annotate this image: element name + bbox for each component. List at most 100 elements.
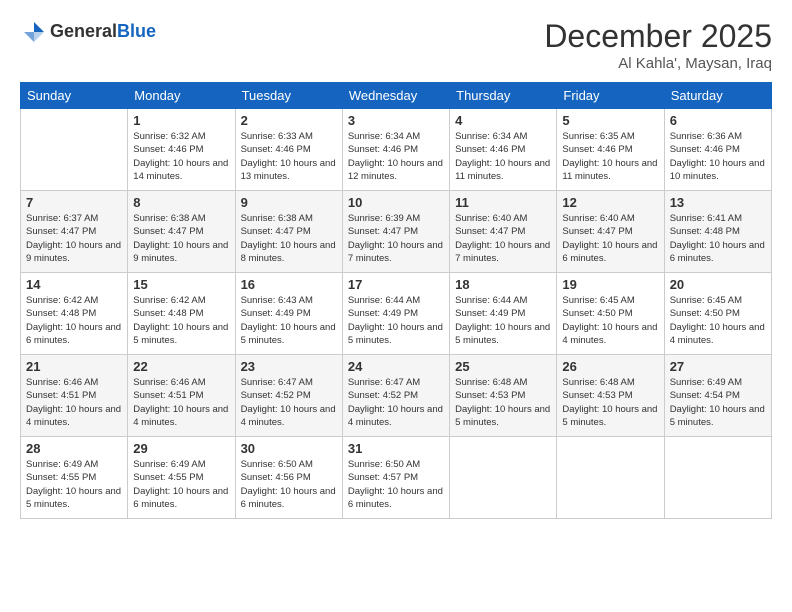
- day-detail: Sunrise: 6:50 AMSunset: 4:57 PMDaylight:…: [348, 458, 444, 511]
- week-row-3: 14 Sunrise: 6:42 AMSunset: 4:48 PMDayligh…: [21, 273, 772, 355]
- day-detail: Sunrise: 6:34 AMSunset: 4:46 PMDaylight:…: [455, 130, 551, 183]
- day-number: 5: [562, 113, 658, 128]
- day-number: 9: [241, 195, 337, 210]
- day-detail: Sunrise: 6:44 AMSunset: 4:49 PMDaylight:…: [455, 294, 551, 347]
- day-detail: Sunrise: 6:47 AMSunset: 4:52 PMDaylight:…: [241, 376, 337, 429]
- day-detail: Sunrise: 6:48 AMSunset: 4:53 PMDaylight:…: [455, 376, 551, 429]
- day-detail: Sunrise: 6:43 AMSunset: 4:49 PMDaylight:…: [241, 294, 337, 347]
- day-detail: Sunrise: 6:41 AMSunset: 4:48 PMDaylight:…: [670, 212, 766, 265]
- day-cell: 9Sunrise: 6:38 AMSunset: 4:47 PMDaylight…: [235, 191, 342, 273]
- day-cell: 1 Sunrise: 6:32 AMSunset: 4:46 PMDaylight…: [128, 109, 235, 191]
- day-detail: Sunrise: 6:42 AMSunset: 4:48 PMDaylight:…: [133, 294, 229, 347]
- day-number: 6: [670, 113, 766, 128]
- day-cell: 16 Sunrise: 6:43 AMSunset: 4:49 PMDayligh…: [235, 273, 342, 355]
- day-cell: 19 Sunrise: 6:45 AMSunset: 4:50 PMDayligh…: [557, 273, 664, 355]
- calendar-page: GeneralBlue December 2025 Al Kahla', May…: [0, 0, 792, 612]
- title-block: December 2025 Al Kahla', Maysan, Iraq: [544, 18, 772, 72]
- day-number: 2: [241, 113, 337, 128]
- logo-icon: [20, 18, 48, 46]
- logo-general: General: [50, 21, 117, 41]
- day-detail: Sunrise: 6:44 AMSunset: 4:49 PMDaylight:…: [348, 294, 444, 347]
- day-detail: Sunrise: 6:47 AMSunset: 4:52 PMDaylight:…: [348, 376, 444, 429]
- day-number: 21: [26, 359, 122, 374]
- logo: GeneralBlue: [20, 18, 156, 46]
- day-cell: 30Sunrise: 6:50 AMSunset: 4:56 PMDayligh…: [235, 437, 342, 519]
- day-cell: 25 Sunrise: 6:48 AMSunset: 4:53 PMDayligh…: [450, 355, 557, 437]
- week-row-4: 21 Sunrise: 6:46 AMSunset: 4:51 PMDayligh…: [21, 355, 772, 437]
- day-cell: 24 Sunrise: 6:47 AMSunset: 4:52 PMDayligh…: [342, 355, 449, 437]
- week-row-5: 28 Sunrise: 6:49 AMSunset: 4:55 PMDayligh…: [21, 437, 772, 519]
- day-number: 4: [455, 113, 551, 128]
- day-number: 28: [26, 441, 122, 456]
- location-title: Al Kahla', Maysan, Iraq: [544, 55, 772, 72]
- day-number: 1: [133, 113, 229, 128]
- day-detail: Sunrise: 6:36 AMSunset: 4:46 PMDaylight:…: [670, 130, 766, 183]
- day-cell: 14 Sunrise: 6:42 AMSunset: 4:48 PMDayligh…: [21, 273, 128, 355]
- day-cell: 21 Sunrise: 6:46 AMSunset: 4:51 PMDayligh…: [21, 355, 128, 437]
- day-number: 11: [455, 195, 551, 210]
- day-number: 14: [26, 277, 122, 292]
- day-detail: Sunrise: 6:33 AMSunset: 4:46 PMDaylight:…: [241, 130, 337, 183]
- day-detail: Sunrise: 6:49 AMSunset: 4:54 PMDaylight:…: [670, 376, 766, 429]
- day-cell: 3 Sunrise: 6:34 AMSunset: 4:46 PMDaylight…: [342, 109, 449, 191]
- weekday-header-monday: Monday: [128, 83, 235, 109]
- day-cell: 4 Sunrise: 6:34 AMSunset: 4:46 PMDaylight…: [450, 109, 557, 191]
- day-number: 13: [670, 195, 766, 210]
- day-number: 26: [562, 359, 658, 374]
- day-detail: Sunrise: 6:46 AMSunset: 4:51 PMDaylight:…: [26, 376, 122, 429]
- weekday-header-saturday: Saturday: [664, 83, 771, 109]
- day-cell: 22 Sunrise: 6:46 AMSunset: 4:51 PMDayligh…: [128, 355, 235, 437]
- day-number: 24: [348, 359, 444, 374]
- day-cell: [557, 437, 664, 519]
- day-cell: 31Sunrise: 6:50 AMSunset: 4:57 PMDayligh…: [342, 437, 449, 519]
- day-number: 10: [348, 195, 444, 210]
- day-cell: 17 Sunrise: 6:44 AMSunset: 4:49 PMDayligh…: [342, 273, 449, 355]
- calendar-table: SundayMondayTuesdayWednesdayThursdayFrid…: [20, 82, 772, 519]
- day-detail: Sunrise: 6:35 AMSunset: 4:46 PMDaylight:…: [562, 130, 658, 183]
- day-cell: 20Sunrise: 6:45 AMSunset: 4:50 PMDayligh…: [664, 273, 771, 355]
- day-number: 3: [348, 113, 444, 128]
- weekday-header-friday: Friday: [557, 83, 664, 109]
- day-number: 30: [241, 441, 337, 456]
- day-detail: Sunrise: 6:49 AMSunset: 4:55 PMDaylight:…: [26, 458, 122, 511]
- day-cell: [21, 109, 128, 191]
- day-cell: 27 Sunrise: 6:49 AMSunset: 4:54 PMDayligh…: [664, 355, 771, 437]
- weekday-header-sunday: Sunday: [21, 83, 128, 109]
- day-cell: 8Sunrise: 6:38 AMSunset: 4:47 PMDaylight…: [128, 191, 235, 273]
- day-cell: 29Sunrise: 6:49 AMSunset: 4:55 PMDayligh…: [128, 437, 235, 519]
- day-number: 16: [241, 277, 337, 292]
- day-detail: Sunrise: 6:32 AMSunset: 4:46 PMDaylight:…: [133, 130, 229, 183]
- day-number: 17: [348, 277, 444, 292]
- day-detail: Sunrise: 6:46 AMSunset: 4:51 PMDaylight:…: [133, 376, 229, 429]
- day-number: 27: [670, 359, 766, 374]
- weekday-header-tuesday: Tuesday: [235, 83, 342, 109]
- day-detail: Sunrise: 6:45 AMSunset: 4:50 PMDaylight:…: [562, 294, 658, 347]
- day-cell: 13 Sunrise: 6:41 AMSunset: 4:48 PMDayligh…: [664, 191, 771, 273]
- day-number: 25: [455, 359, 551, 374]
- day-detail: Sunrise: 6:34 AMSunset: 4:46 PMDaylight:…: [348, 130, 444, 183]
- day-cell: [450, 437, 557, 519]
- week-row-1: 1 Sunrise: 6:32 AMSunset: 4:46 PMDaylight…: [21, 109, 772, 191]
- weekday-header-thursday: Thursday: [450, 83, 557, 109]
- day-cell: 7Sunrise: 6:37 AMSunset: 4:47 PMDaylight…: [21, 191, 128, 273]
- header: GeneralBlue December 2025 Al Kahla', May…: [20, 18, 772, 72]
- day-detail: Sunrise: 6:42 AMSunset: 4:48 PMDaylight:…: [26, 294, 122, 347]
- day-number: 22: [133, 359, 229, 374]
- day-number: 23: [241, 359, 337, 374]
- day-detail: Sunrise: 6:38 AMSunset: 4:47 PMDaylight:…: [133, 212, 229, 265]
- day-cell: [664, 437, 771, 519]
- day-number: 18: [455, 277, 551, 292]
- day-cell: 28 Sunrise: 6:49 AMSunset: 4:55 PMDayligh…: [21, 437, 128, 519]
- day-cell: 15 Sunrise: 6:42 AMSunset: 4:48 PMDayligh…: [128, 273, 235, 355]
- day-detail: Sunrise: 6:40 AMSunset: 4:47 PMDaylight:…: [455, 212, 551, 265]
- day-detail: Sunrise: 6:49 AMSunset: 4:55 PMDaylight:…: [133, 458, 229, 511]
- month-title: December 2025: [544, 18, 772, 55]
- day-detail: Sunrise: 6:37 AMSunset: 4:47 PMDaylight:…: [26, 212, 122, 265]
- day-cell: 18 Sunrise: 6:44 AMSunset: 4:49 PMDayligh…: [450, 273, 557, 355]
- day-cell: 5 Sunrise: 6:35 AMSunset: 4:46 PMDaylight…: [557, 109, 664, 191]
- day-detail: Sunrise: 6:39 AMSunset: 4:47 PMDaylight:…: [348, 212, 444, 265]
- day-cell: 26Sunrise: 6:48 AMSunset: 4:53 PMDayligh…: [557, 355, 664, 437]
- day-number: 15: [133, 277, 229, 292]
- day-number: 19: [562, 277, 658, 292]
- weekday-header-row: SundayMondayTuesdayWednesdayThursdayFrid…: [21, 83, 772, 109]
